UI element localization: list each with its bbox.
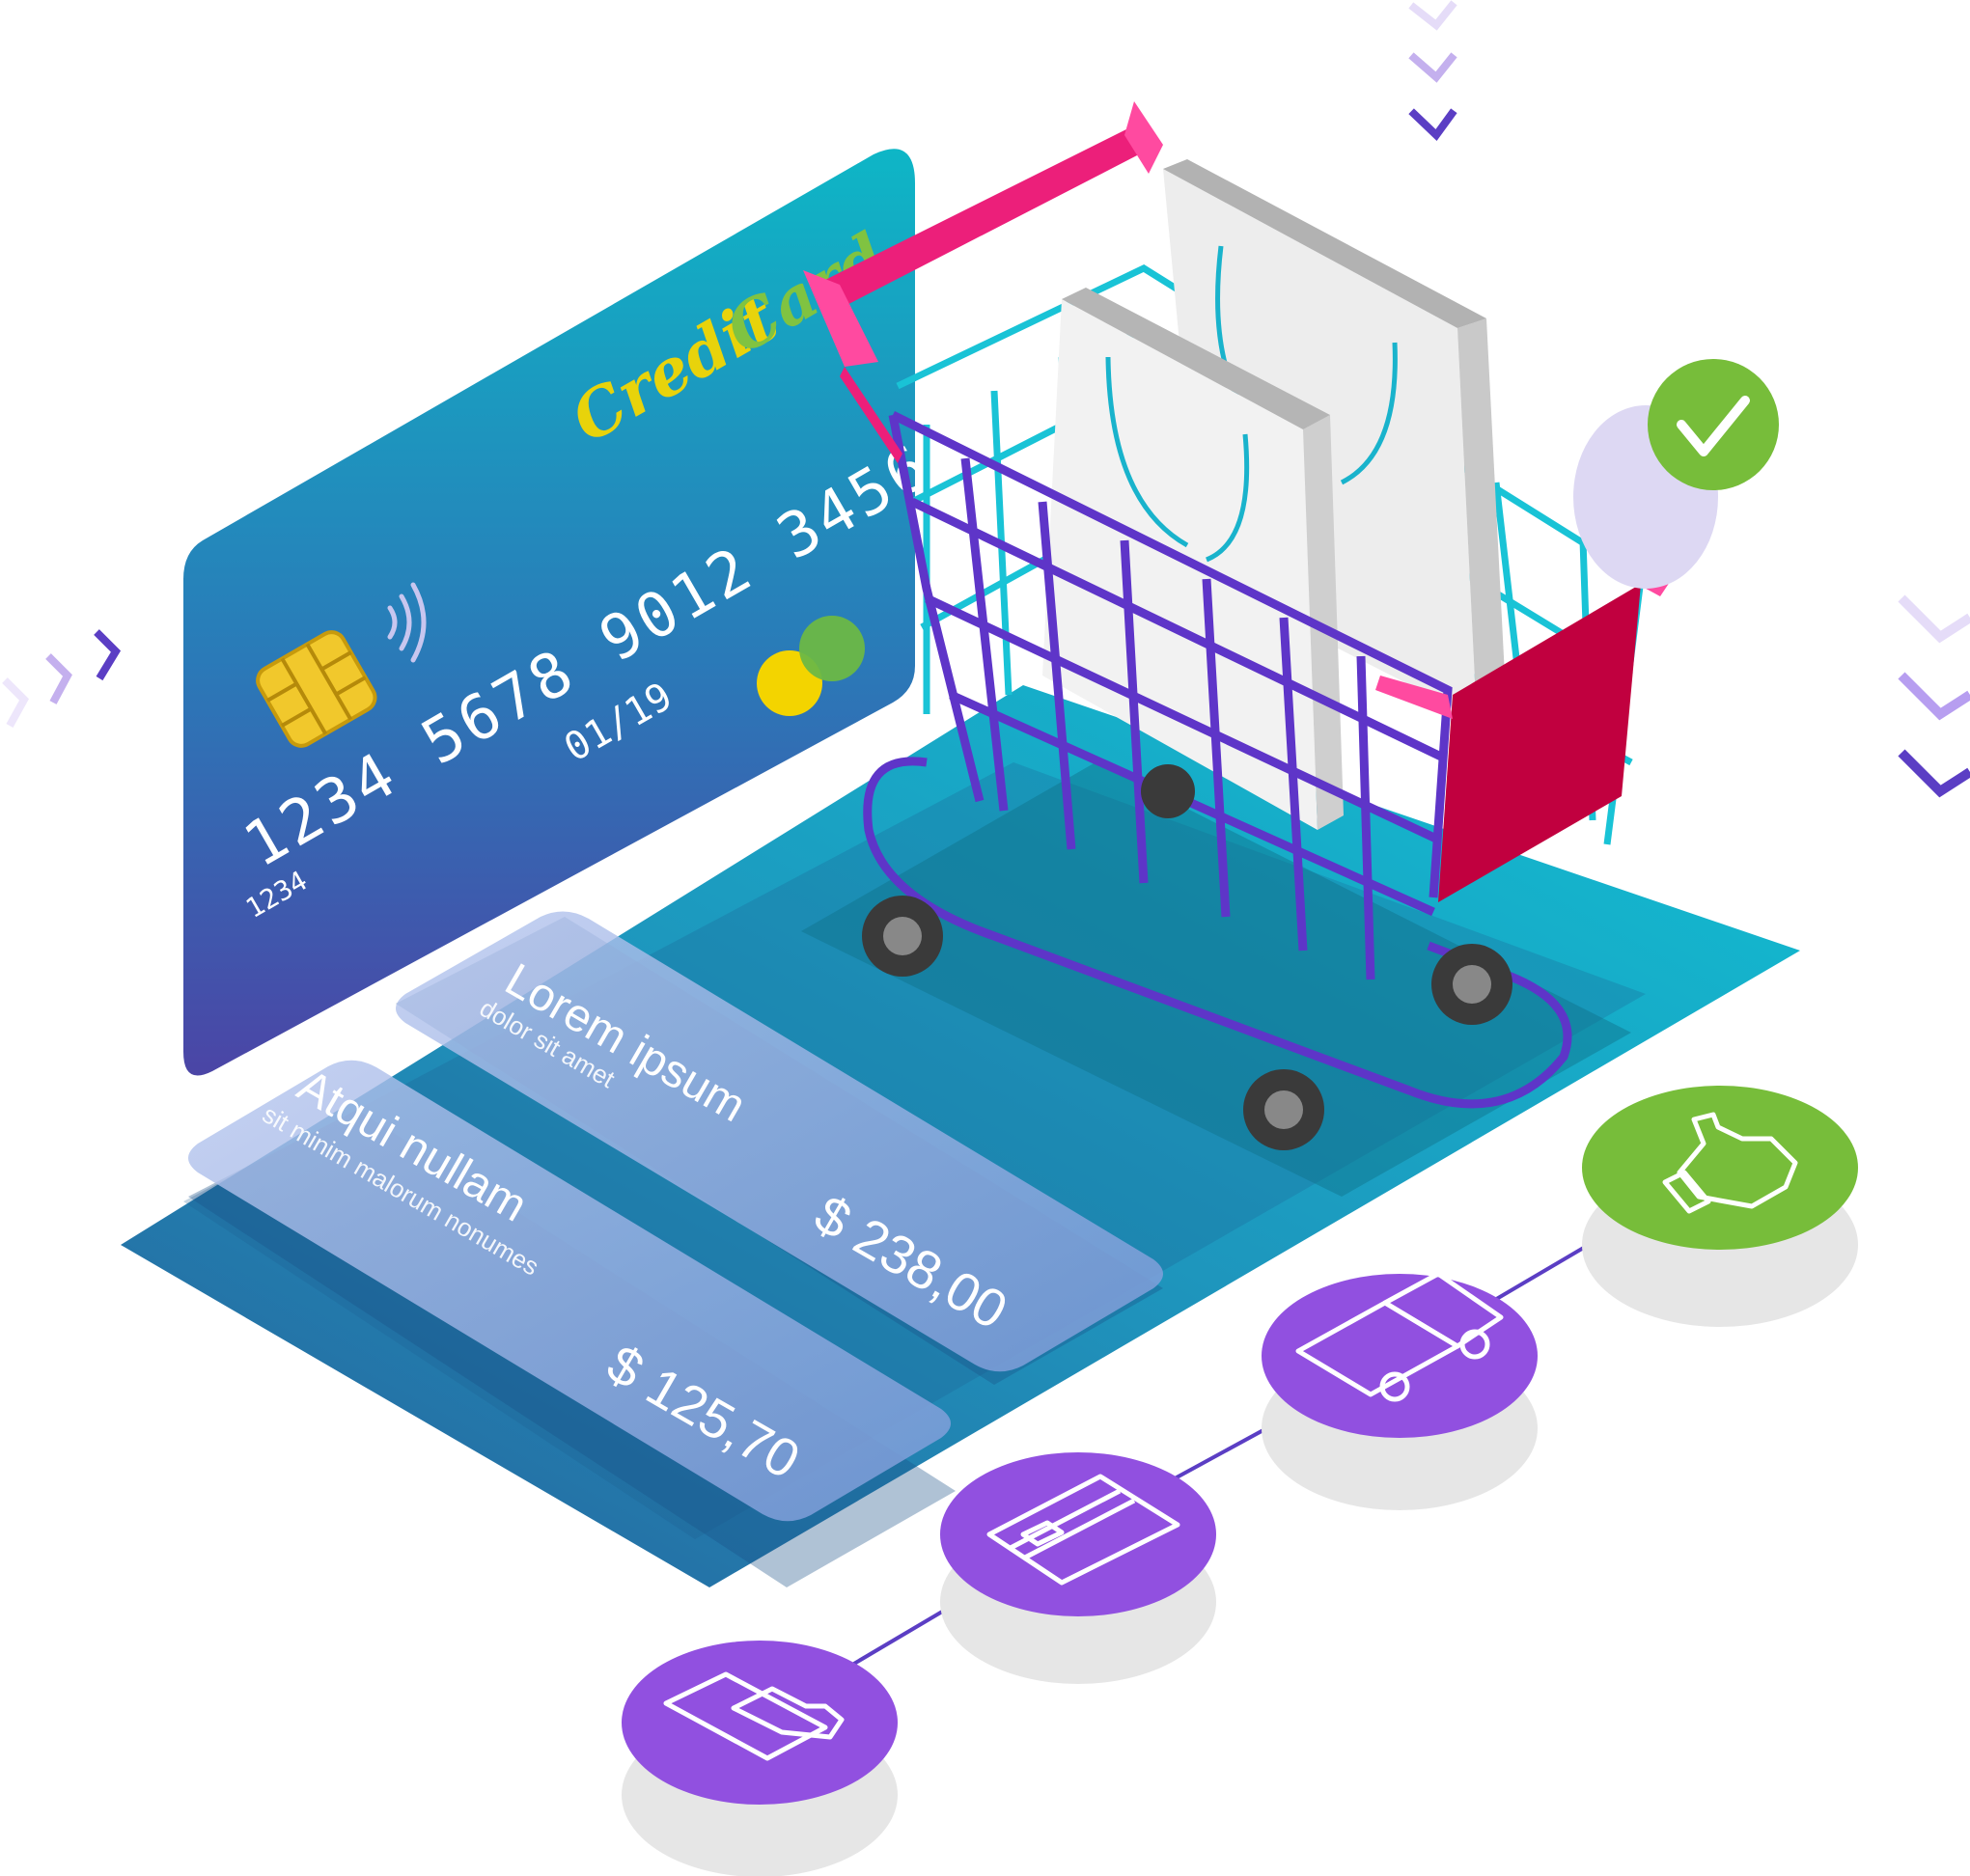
checkmark-badge xyxy=(1573,359,1779,589)
step-hand-card[interactable] xyxy=(622,1641,898,1876)
chevron-decoration-left xyxy=(2,629,122,728)
step-credit-card[interactable] xyxy=(940,1452,1216,1684)
step-delivery[interactable] xyxy=(1262,1271,1538,1510)
chevron-decoration-right xyxy=(1898,594,1970,798)
step-thumbs-up[interactable] xyxy=(1582,1086,1858,1327)
checkout-illustration: Credit Card 1234 5678 9012 3456 01/19 12… xyxy=(2,0,1970,1876)
chevron-decoration-top xyxy=(1408,0,1457,142)
